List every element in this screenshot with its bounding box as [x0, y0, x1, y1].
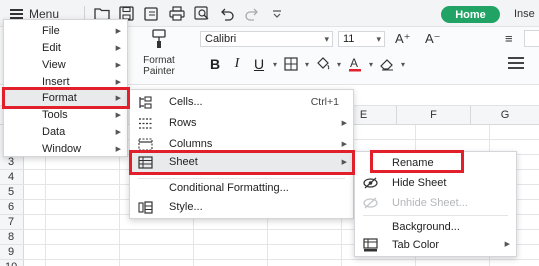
fill-color-icon[interactable] [312, 55, 334, 73]
menu-item-label: Edit [42, 42, 61, 54]
row-header[interactable]: 5 [0, 185, 24, 200]
row-header[interactable]: 4 [0, 170, 24, 185]
format-menu-style[interactable]: Style... [130, 197, 353, 218]
wrap-text-box[interactable] [524, 30, 539, 47]
align-top-icon[interactable]: ≡ [505, 31, 513, 46]
eraser-icon[interactable] [376, 55, 398, 73]
font-size-value: 11 [343, 33, 355, 45]
tab-home[interactable]: Home [441, 6, 500, 23]
chevron-right-icon: ▶ [115, 28, 121, 35]
border-icon[interactable] [280, 55, 302, 73]
highlight-sheet [129, 150, 355, 175]
highlight-rename [370, 150, 464, 173]
sheet-menu-tab-color-label: Tab Color [392, 239, 440, 251]
menu-item-label: Data [42, 126, 66, 138]
format-menu-rows-label: Rows [169, 117, 197, 129]
chevron-right-icon: ▶ [115, 45, 121, 52]
sheet-menu-background-label: Background... [392, 221, 460, 233]
format-painter-label: Format Painter [143, 55, 175, 77]
chevron-down-icon: ▾ [324, 34, 329, 44]
font-size-select[interactable]: 11 ▾ [338, 31, 385, 47]
sheet-menu-hide-sheet[interactable]: Hide Sheet [355, 173, 516, 193]
menu-item-label: Tools [42, 109, 68, 121]
chevron-right-icon: ▶ [115, 62, 121, 69]
redo-icon[interactable] [242, 4, 261, 23]
column-header-f[interactable]: F [396, 106, 470, 125]
format-menu-rows[interactable]: Rows ▶ [130, 113, 353, 134]
menu-item-label: File [42, 25, 60, 37]
menu-item-label: Window [42, 143, 82, 155]
font-color-icon[interactable]: A [344, 55, 366, 73]
tab-insert[interactable]: Inse [514, 8, 535, 20]
export-icon[interactable] [142, 4, 161, 23]
format-menu-cells[interactable]: Cells... Ctrl+1 [130, 92, 353, 113]
chevron-down-icon[interactable]: ▾ [366, 60, 376, 69]
paintbrush-icon [152, 29, 166, 48]
chevron-down-icon: ▾ [376, 34, 381, 44]
cells-icon [138, 95, 153, 110]
format-menu-conditional-formatting-label: Conditional Formatting... [169, 182, 289, 194]
chevron-right-icon: ▶ [504, 241, 510, 248]
svg-text:A: A [350, 56, 358, 70]
rows-icon [138, 116, 153, 131]
chevron-right-icon: ▶ [115, 112, 121, 119]
sheet-menu-unhide-sheet-label: Unhide Sheet... [392, 197, 468, 209]
sheet-menu-unhide-sheet: Unhide Sheet... [355, 193, 516, 213]
row-header[interactable]: 8 [0, 230, 24, 245]
row-header[interactable]: 9 [0, 245, 24, 260]
menu-item-edit[interactable]: Edit ▶ [4, 40, 127, 57]
tab-color-icon [363, 238, 378, 252]
menu-item-window[interactable]: Window ▶ [4, 141, 127, 158]
hide-sheet-icon [363, 176, 378, 190]
row-header[interactable]: 10 [0, 260, 24, 266]
row-header[interactable]: 7 [0, 215, 24, 230]
format-menu-style-label: Style... [169, 201, 203, 213]
chevron-down-icon[interactable]: ▾ [334, 60, 344, 69]
menu-item-label: View [42, 59, 66, 71]
hamburger-icon [10, 8, 23, 19]
chevron-right-icon: ▶ [115, 129, 121, 136]
row-header[interactable]: 6 [0, 200, 24, 215]
chevron-down-icon[interactable]: ▾ [398, 60, 408, 69]
sheet-menu-tab-color[interactable]: Tab Color ▶ [355, 235, 516, 255]
undo-icon[interactable] [217, 4, 236, 23]
sheet-menu-hide-sheet-label: Hide Sheet [392, 177, 447, 189]
align-icons[interactable] [508, 57, 524, 69]
format-menu-cells-label: Cells... [169, 96, 203, 108]
menu-item-data[interactable]: Data ▶ [4, 124, 127, 141]
sheet-menu-background[interactable]: Background... [355, 217, 516, 237]
unhide-sheet-icon [363, 196, 378, 210]
underline-button[interactable]: U [248, 56, 270, 72]
italic-button[interactable]: I [226, 56, 248, 72]
font-format-row: B I U ▾ ▾ ▾ A ▾ ▾ [204, 55, 408, 73]
chevron-down-icon[interactable]: ▾ [270, 60, 280, 69]
font-name-value: Calibri [205, 33, 237, 45]
decrease-font-size-button[interactable]: A⁻ [425, 31, 441, 47]
menu-divider [363, 215, 508, 216]
format-menu-conditional-formatting[interactable]: Conditional Formatting... [130, 178, 353, 199]
style-icon [138, 200, 153, 215]
menu-item-view[interactable]: View ▶ [4, 57, 127, 74]
customize-toolbar-icon[interactable] [267, 4, 286, 23]
menu-item-tools[interactable]: Tools ▶ [4, 107, 127, 124]
bold-button[interactable]: B [204, 56, 226, 72]
chevron-right-icon: ▶ [115, 146, 121, 153]
menu-item-file[interactable]: File ▶ [4, 23, 127, 40]
increase-font-size-button[interactable]: A⁺ [395, 31, 411, 47]
format-painter-button[interactable]: Format Painter [136, 29, 182, 77]
print-icon[interactable] [167, 4, 186, 23]
highlight-format [2, 87, 130, 109]
shortcut-text: Ctrl+1 [310, 96, 339, 108]
font-name-select[interactable]: Calibri ▾ [200, 31, 333, 47]
format-menu-columns-label: Columns [169, 138, 213, 150]
chevron-right-icon: ▶ [341, 120, 347, 127]
print-preview-icon[interactable] [192, 4, 211, 23]
column-header-g[interactable]: G [470, 106, 539, 125]
chevron-down-icon[interactable]: ▾ [302, 60, 312, 69]
